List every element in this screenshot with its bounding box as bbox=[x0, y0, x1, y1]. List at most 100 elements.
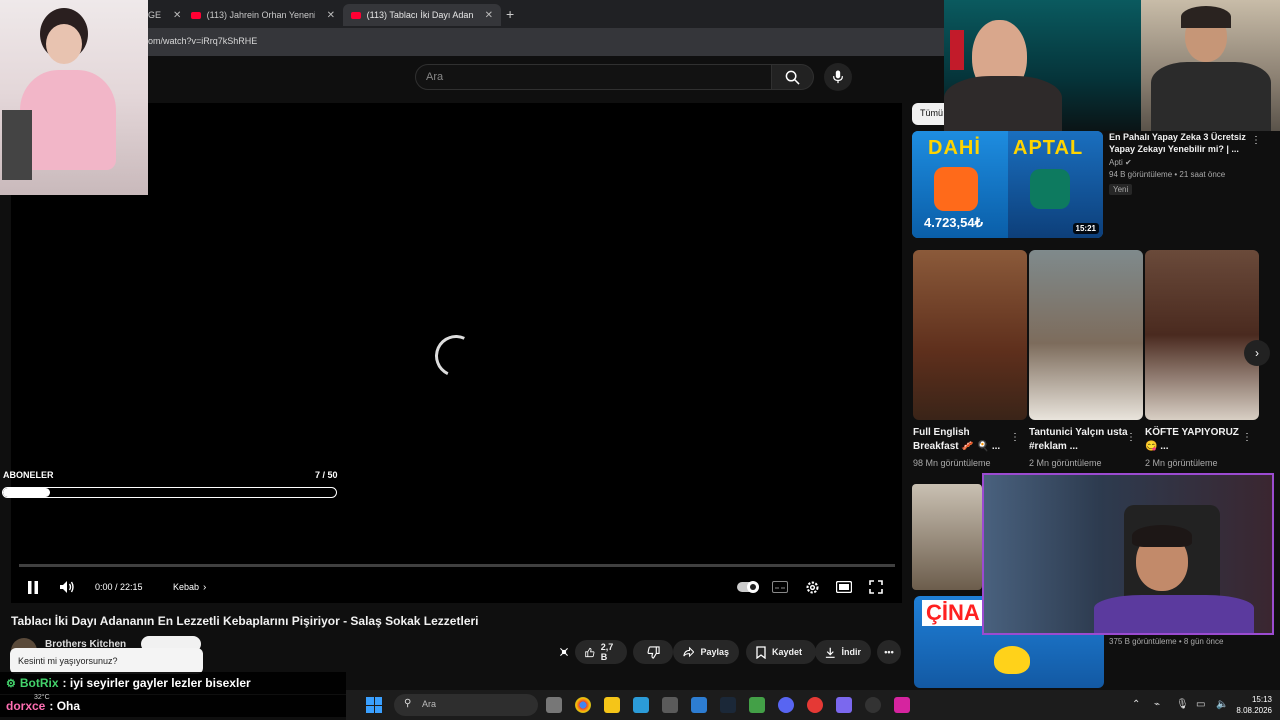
player-controls: 0:00 / 22:15 Kebab › bbox=[11, 571, 902, 603]
like-button[interactable]: 2,7 B bbox=[575, 640, 627, 664]
chip-all-label: Tümü bbox=[920, 108, 944, 118]
chat-username: BotRix bbox=[19, 676, 59, 690]
short-thumbnail-3[interactable] bbox=[1145, 250, 1259, 420]
gear-icon bbox=[805, 580, 819, 594]
theater-mode-button[interactable] bbox=[835, 577, 853, 597]
teams-icon[interactable] bbox=[836, 697, 852, 713]
duck-icon bbox=[994, 646, 1030, 674]
autoplay-toggle[interactable] bbox=[737, 577, 759, 597]
download-label: İndir bbox=[841, 647, 862, 657]
rec1-channel[interactable]: Apti ✔ bbox=[1109, 158, 1259, 167]
rec1-title[interactable]: En Pahalı Yapay Zeka 3 Ücretsiz Yapay Ze… bbox=[1109, 131, 1259, 155]
task-view-icon[interactable] bbox=[546, 697, 562, 713]
windows-start-icon[interactable] bbox=[366, 697, 382, 713]
download-button[interactable]: İndir bbox=[815, 640, 871, 664]
search-button[interactable] bbox=[772, 64, 814, 90]
short-thumbnail-1[interactable] bbox=[913, 250, 1027, 420]
new-tab-icon[interactable]: + bbox=[506, 6, 514, 22]
subtitles-button[interactable] bbox=[771, 577, 789, 597]
thumbs-up-icon bbox=[585, 647, 595, 657]
rec4-thumb-text: ÇİNA bbox=[922, 600, 984, 626]
media-player-icon[interactable] bbox=[807, 697, 823, 713]
short-title-2[interactable]: Tantunici Yalçın usta #reklam ... bbox=[1029, 426, 1129, 454]
chapter-text: Kebab bbox=[173, 582, 200, 592]
video-progress-bar[interactable] bbox=[19, 564, 895, 567]
bookmark-icon bbox=[756, 645, 766, 659]
thumb-price: 4.723,54₺ bbox=[924, 215, 983, 230]
subtitles-icon bbox=[772, 581, 788, 593]
microphone-icon[interactable]: 🎙 bbox=[1176, 699, 1189, 710]
more-vertical-icon[interactable]: ⋮ bbox=[1126, 432, 1136, 443]
xbox-icon[interactable] bbox=[749, 697, 765, 713]
mail-icon[interactable] bbox=[691, 697, 707, 713]
clock-date: 8.08.2026 bbox=[1236, 706, 1272, 715]
settings-button[interactable] bbox=[803, 577, 821, 597]
subscriber-goal-bar bbox=[2, 487, 337, 498]
toast-text: Kesinti mi yaşıyorsunuz? bbox=[18, 656, 118, 666]
share-icon bbox=[683, 646, 695, 658]
recommended-video-3-thumbnail[interactable] bbox=[912, 484, 982, 590]
subscriber-goal-fill bbox=[3, 488, 50, 497]
video-title: Tablacı İki Dayı Adananın En Lezzetli Ke… bbox=[11, 614, 479, 628]
short-title-1[interactable]: Full English Breakfast 🥓 🍳 ... bbox=[913, 426, 1013, 454]
fullscreen-icon bbox=[869, 580, 883, 594]
taskbar-search[interactable]: Ara bbox=[394, 694, 538, 716]
taskbar-search-text: Ara bbox=[422, 699, 437, 709]
more-vertical-icon[interactable]: ⋮ bbox=[1251, 135, 1261, 146]
share-button[interactable]: Paylaş bbox=[673, 640, 739, 664]
chapter-button[interactable]: Kebab › bbox=[173, 577, 206, 597]
steam-icon[interactable] bbox=[720, 697, 736, 713]
chrome-icon[interactable] bbox=[575, 697, 591, 713]
youtube-icon bbox=[351, 11, 361, 19]
ai-logo-icon bbox=[934, 167, 978, 211]
short-thumbnail-2[interactable] bbox=[1029, 250, 1143, 420]
download-icon bbox=[825, 647, 835, 658]
more-actions-button[interactable]: ••• bbox=[877, 640, 901, 664]
short-title-3[interactable]: KÖFTE YAPIYORUZ 😋 ... bbox=[1145, 426, 1245, 454]
close-icon[interactable]: ✕ bbox=[485, 10, 493, 21]
tab-2-title: (113) Jahrein Orhan Yeneni İzle bbox=[206, 10, 315, 20]
tab-2[interactable]: (113) Jahrein Orhan Yeneni İzle ✕ bbox=[183, 4, 343, 26]
more-vertical-icon[interactable]: ⋮ bbox=[1010, 432, 1020, 443]
speaker-icon[interactable]: 🔈 bbox=[1216, 699, 1228, 710]
outage-toast[interactable]: Kesinti mi yaşıyorsunuz? bbox=[10, 648, 203, 674]
more-vertical-icon[interactable]: ⋮ bbox=[1242, 432, 1252, 443]
obs-icon[interactable] bbox=[865, 697, 881, 713]
close-icon[interactable]: ✕ bbox=[173, 10, 181, 21]
loading-spinner-icon bbox=[429, 329, 483, 383]
network-icon[interactable]: ⌁ bbox=[1154, 699, 1160, 710]
search-input[interactable]: Ara bbox=[415, 64, 772, 90]
rec1-thumbnail[interactable]: DAHİ APTAL 4.723,54₺ 15:21 bbox=[912, 131, 1103, 238]
share-label: Paylaş bbox=[700, 647, 729, 657]
tab-1-title: GE bbox=[148, 10, 162, 20]
verified-icon: ✔ bbox=[1125, 158, 1132, 167]
file-explorer-icon[interactable] bbox=[604, 697, 620, 713]
clip-icon bbox=[560, 648, 568, 656]
pause-button[interactable] bbox=[25, 577, 41, 597]
thumb-text-left: DAHİ bbox=[928, 137, 981, 159]
video-duration: 15:21 bbox=[1072, 223, 1099, 234]
fullscreen-button[interactable] bbox=[867, 577, 885, 597]
subscriber-goal-count: 7 / 50 bbox=[315, 470, 338, 480]
recommended-video-1[interactable]: DAHİ APTAL 4.723,54₺ 15:21 En Pahalı Yap… bbox=[912, 131, 1274, 241]
time-text: 0:00 / 22:15 bbox=[95, 582, 143, 592]
taskbar-clock[interactable]: 15:13 8.08.2026 bbox=[1236, 694, 1272, 716]
rec4-meta: 375 B görüntüleme • 8 gün önce bbox=[1109, 637, 1224, 646]
store-icon[interactable] bbox=[662, 697, 678, 713]
voice-search-button[interactable] bbox=[824, 63, 852, 91]
close-icon[interactable]: ✕ bbox=[327, 10, 335, 21]
chevron-up-icon[interactable]: ⌃ bbox=[1132, 699, 1140, 710]
chatgpt-logo-icon bbox=[1030, 169, 1070, 209]
display-icon[interactable]: ▭ bbox=[1196, 699, 1205, 710]
short-views-1: 98 Mn görüntüleme bbox=[913, 458, 991, 468]
monitor-icon[interactable] bbox=[633, 697, 649, 713]
search-icon bbox=[785, 70, 800, 85]
instagram-icon[interactable] bbox=[894, 697, 910, 713]
dislike-button[interactable] bbox=[633, 640, 673, 664]
chevron-right-icon[interactable]: › bbox=[1244, 340, 1270, 366]
discord-icon[interactable] bbox=[778, 697, 794, 713]
save-button[interactable]: Kaydet bbox=[746, 640, 816, 664]
volume-button[interactable] bbox=[57, 577, 77, 597]
new-badge: Yeni bbox=[1109, 184, 1133, 195]
tab-3-active[interactable]: (113) Tablacı İki Dayı Adananın ✕ bbox=[343, 4, 501, 26]
